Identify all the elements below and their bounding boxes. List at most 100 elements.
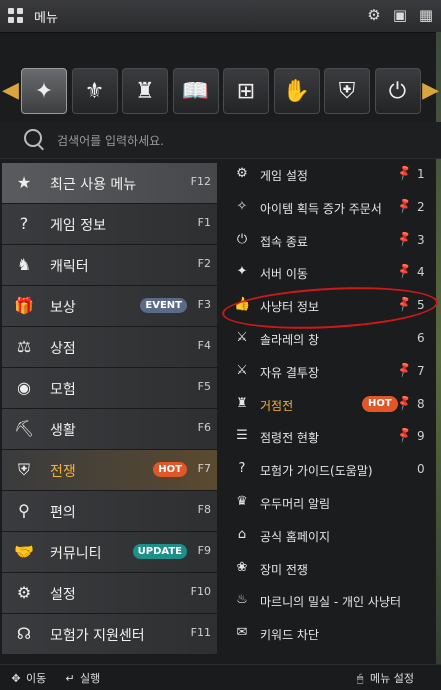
main-menu-item[interactable]: ◉ 모험 F5 <box>2 368 217 409</box>
magnifier-icon: ⚲ <box>18 501 30 520</box>
sub-menu-item[interactable]: ⚙ 게임 설정 📌 1 <box>222 158 436 191</box>
main-menu-label: 커뮤니티 <box>50 546 102 562</box>
headset-icon: ☊ <box>16 624 32 643</box>
book-icon: 📖 <box>181 78 210 104</box>
category-shield-sword-button[interactable]: ⛨ <box>324 68 370 114</box>
shortcut-key: F2 <box>197 257 211 270</box>
pin-icon[interactable]: 📌 <box>395 425 415 446</box>
arrow-left-icon[interactable]: ◀ <box>2 80 19 102</box>
eagle-crest-icon: ⚜ <box>84 78 105 104</box>
search-bar <box>0 122 441 159</box>
shortcut-key: F8 <box>197 503 211 516</box>
category-compass-button[interactable]: ✦ <box>21 68 67 114</box>
sub-menu-item[interactable]: ✧ 아이템 획득 증가 주문서 📌 2 <box>222 191 436 224</box>
quick-slot-number: 0 <box>417 462 425 477</box>
question-icon: ? <box>19 214 29 233</box>
main-menu-item[interactable]: ⛏ 생활 F6 <box>2 409 217 450</box>
sub-menu-item[interactable]: ⏻ 접속 종료 📌 3 <box>222 224 436 257</box>
tower-icon: ♜ <box>135 78 155 104</box>
sub-menu-label: 장미 전쟁 <box>260 562 308 577</box>
menu-settings-button[interactable]: 🖱 메뉴 설정 <box>352 670 414 686</box>
sub-menu-item[interactable]: ? 모험가 가이드(도움말) 0 <box>222 453 436 486</box>
category-bar: ◀ ✦ ⚜ ♜ 📖 ⊞ ✋ ⛨ ⏻ ▶ <box>0 60 441 122</box>
grid-icon[interactable]: ▦ <box>417 6 435 24</box>
sub-menu-list: ⚙ 게임 설정 📌 1 ✧ 아이템 획득 증가 주문서 📌 2 ⏻ 접속 종료 📌 3 ✦ 서버 이동 📌 4… <box>222 158 436 650</box>
pin-icon[interactable]: 📌 <box>395 392 415 413</box>
pin-icon[interactable]: 📌 <box>395 228 415 249</box>
sub-menu-item[interactable]: ☰ 점령전 현황 📌 9 <box>222 420 436 453</box>
category-hand-wave-button[interactable]: ✋ <box>273 68 320 114</box>
main-menu-label: 전쟁 <box>50 464 76 480</box>
enter-icon: ↵ <box>65 672 75 685</box>
window-icon[interactable]: ▣ <box>391 6 409 24</box>
sub-menu-item[interactable]: ♜ 거점전 HOT 📌 8 <box>222 388 436 421</box>
arrow-right-icon[interactable]: ▶ <box>422 80 439 102</box>
main-menu-item[interactable]: ? 게임 정보 F1 <box>2 204 217 245</box>
sub-menu-label: 게임 설정 <box>260 169 308 183</box>
sub-menu-item[interactable]: ❀ 장미 전쟁 <box>222 552 436 585</box>
pin-icon[interactable]: 📌 <box>395 261 415 282</box>
category-tower-button[interactable]: ♜ <box>122 68 168 114</box>
sub-menu-item[interactable]: ⌂ 공식 홈페이지 <box>222 519 436 552</box>
power-icon: ⏻ <box>388 78 407 104</box>
main-menu-item[interactable]: ⚙ 설정 F10 <box>2 573 217 614</box>
main-menu-label: 모험 <box>50 382 76 398</box>
category-cross-box-button[interactable]: ⊞ <box>223 68 269 114</box>
shortcut-key: F4 <box>197 339 211 352</box>
main-menu-item[interactable]: ⛨ 전쟁 F7 HOT <box>2 450 217 491</box>
main-menu-item[interactable]: ☊ 모험가 지원센터 F11 <box>2 614 217 655</box>
category-eagle-crest-button[interactable]: ⚜ <box>71 68 118 114</box>
dragon-icon: ♛ <box>236 493 248 509</box>
sub-menu-label: 솔라레의 창 <box>260 332 320 347</box>
shortcut-key: F7 <box>197 462 211 475</box>
tower-icon: ♜ <box>236 395 248 411</box>
main-menu-item[interactable]: 🤝 커뮤니티 F9 UPDATE <box>2 532 217 573</box>
sub-menu-label: 모험가 가이드(도움말) <box>260 464 373 479</box>
gear-icon[interactable]: ⚙ <box>365 6 383 24</box>
pickaxe-icon: ⛏ <box>14 419 35 438</box>
sub-menu-label: 아이템 획득 증가 주문서 <box>260 201 382 216</box>
main-menu-label: 최근 사용 메뉴 <box>50 177 137 193</box>
helmet-icon: ♞ <box>16 255 32 274</box>
run-hint: ↵ 실행 <box>62 670 100 686</box>
sub-menu-item[interactable]: ⚔ 자유 결투장 📌 7 <box>222 355 436 388</box>
sub-menu-item[interactable]: ♛ 우두머리 알림 <box>222 486 436 519</box>
sub-menu-item[interactable]: ✉ 키워드 차단 <box>222 617 436 650</box>
gift-icon: 🎁 <box>14 296 34 315</box>
quick-slot-number: 9 <box>417 429 425 444</box>
sub-menu-label: 점령전 현황 <box>260 431 320 446</box>
main-menu-item[interactable]: 🎁 보상 F3 EVENT <box>2 286 217 327</box>
rose-icon: ❀ <box>236 559 248 575</box>
main-menu-item[interactable]: ⚖ 상점 F4 <box>2 327 217 368</box>
quick-slot-number: 6 <box>417 330 425 345</box>
search-input[interactable] <box>55 130 419 152</box>
sub-menu-label: 공식 홈페이지 <box>260 529 331 544</box>
bottom-bar: ✥ 이동 ↵ 실행 🖱 메뉴 설정 <box>0 664 441 690</box>
question-icon: ? <box>238 461 246 477</box>
main-menu-item[interactable]: ⚲ 편의 F8 <box>2 491 217 532</box>
sub-menu-item[interactable]: ✦ 서버 이동 📌 4 <box>222 256 436 289</box>
main-menu-label: 모험가 지원센터 <box>50 628 145 644</box>
move-hint: ✥ 이동 <box>8 670 46 686</box>
sub-menu-label: 거점전 <box>260 398 294 413</box>
sub-menu-item[interactable]: ♨ 마르니의 밀실 - 개인 사냥터 <box>222 584 436 617</box>
shortcut-key: F6 <box>197 421 211 434</box>
main-menu-item[interactable]: ♞ 캐릭터 F2 <box>2 245 217 286</box>
quick-slot-number: 1 <box>417 167 425 181</box>
search-icon <box>24 129 42 147</box>
compass-icon: ✦ <box>236 264 248 280</box>
home-icon: ⌂ <box>237 526 247 542</box>
category-power-button[interactable]: ⏻ <box>374 68 421 114</box>
category-book-button[interactable]: 📖 <box>172 68 219 114</box>
pin-icon[interactable]: 📌 <box>395 163 415 184</box>
move-icon: ✥ <box>11 672 21 685</box>
mouse-icon: 🖱 <box>356 672 364 685</box>
war-shield-icon: ⛨ <box>17 460 30 479</box>
main-menu-item[interactable]: ★ 최근 사용 메뉴 F12 <box>2 163 217 204</box>
pin-icon[interactable]: 📌 <box>395 359 415 380</box>
status-badge: UPDATE <box>132 544 187 559</box>
cross-box-icon: ⊞ <box>236 78 256 104</box>
shortcut-key: F1 <box>197 216 211 229</box>
pin-icon[interactable]: 📌 <box>395 195 415 216</box>
scroll-icon: ✧ <box>236 198 248 214</box>
